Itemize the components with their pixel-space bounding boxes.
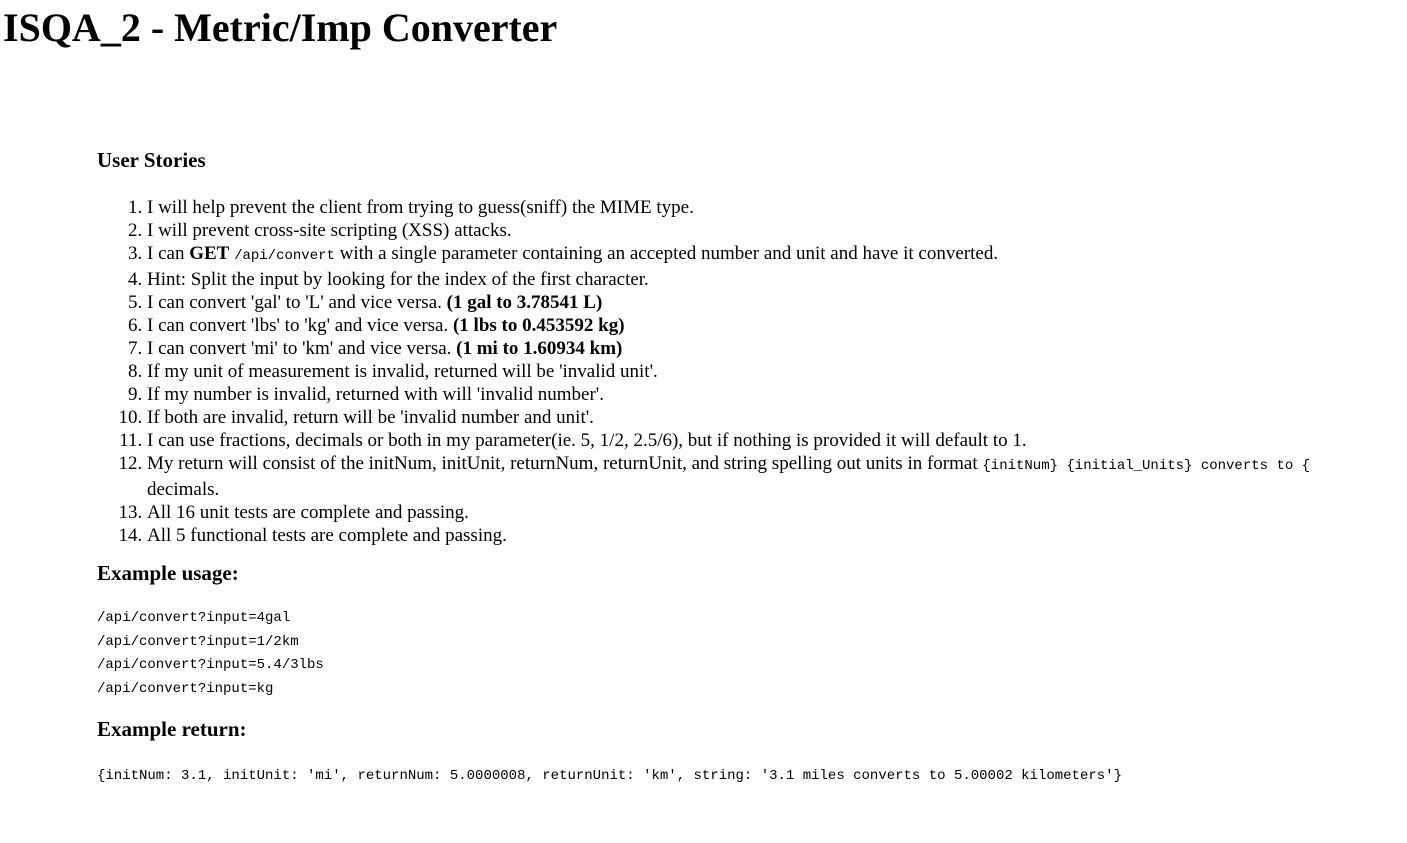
code-line: /api/convert?input=5.4/3lbs — [97, 657, 324, 673]
example-usage-block: /api/convert?input=4gal /api/convert?inp… — [97, 607, 1407, 701]
code-line: {initNum: 3.1, initUnit: 'mi', returnNum… — [97, 768, 1122, 784]
page-title: ISQA_2 - Metric/Imp Converter — [3, 5, 558, 50]
list-item: If my number is invalid, returned with w… — [147, 383, 1407, 406]
user-stories-list: I will help prevent the client from tryi… — [97, 196, 1407, 547]
list-item: I can convert 'mi' to 'km' and vice vers… — [147, 337, 1407, 360]
code-line: /api/convert?input=1/2km — [97, 633, 299, 650]
list-item: Hint: Split the input by looking for the… — [147, 268, 1407, 291]
list-item: If both are invalid, return will be 'inv… — [147, 406, 1407, 429]
list-item: I can use fractions, decimals or both in… — [147, 429, 1407, 452]
inline-code: /api/convert — [234, 248, 335, 264]
list-item: All 5 functional tests are complete and … — [147, 524, 1407, 547]
code-line: /api/convert?input=kg — [97, 680, 274, 697]
example-usage-heading: Example usage: — [97, 561, 239, 585]
user-stories-heading: User Stories — [97, 148, 206, 172]
list-item: I can convert 'gal' to 'L' and vice vers… — [147, 291, 1407, 314]
list-item: If my unit of measurement is invalid, re… — [147, 360, 1407, 383]
list-item: I will prevent cross-site scripting (XSS… — [147, 219, 1407, 242]
list-item: I will help prevent the client from tryi… — [147, 196, 1407, 219]
list-item: I can convert 'lbs' to 'kg' and vice ver… — [147, 314, 1407, 337]
list-item: My return will consist of the initNum, i… — [147, 452, 1407, 501]
list-item: All 16 unit tests are complete and passi… — [147, 501, 1407, 524]
inline-code: {initNum} {initial_Units} converts to { — [982, 458, 1311, 474]
code-line: /api/convert?input=4gal — [97, 610, 291, 626]
example-return-heading: Example return: — [97, 717, 247, 741]
example-return-block: {initNum: 3.1, initUnit: 'mi', returnNum… — [97, 765, 1407, 789]
list-item: I can GET /api/convert with a single par… — [147, 242, 1407, 268]
main-content: User Stories I will help prevent the cli… — [97, 146, 1407, 789]
